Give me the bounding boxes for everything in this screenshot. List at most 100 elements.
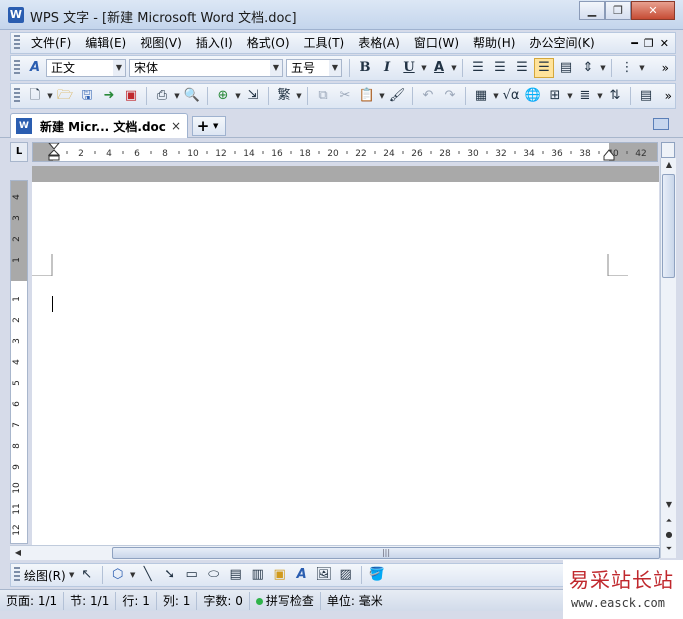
close-tab-icon[interactable]: × — [171, 119, 181, 133]
menu-help[interactable]: 帮助(H) — [466, 33, 522, 53]
doc-close-icon[interactable]: ✕ — [660, 37, 669, 50]
new-dropdown-icon[interactable]: ▼ — [46, 92, 54, 100]
paste-icon[interactable]: 📋 — [357, 86, 377, 106]
menu-edit[interactable]: 编辑(E) — [78, 33, 133, 53]
scroll-up-icon[interactable]: ▲ — [661, 158, 677, 172]
align-justify-icon[interactable]: ☰ — [534, 58, 554, 78]
menu-view[interactable]: 视图(V) — [133, 33, 189, 53]
vertical-scrollbar[interactable]: ▲ ▼ ⏶ ● ⏷ — [660, 158, 676, 558]
previous-page-icon[interactable]: ⏶ — [661, 514, 677, 528]
draw-dropdown-icon[interactable]: ▼ — [68, 571, 76, 579]
page-break-icon[interactable]: ⇲ — [243, 86, 263, 106]
menubar-grip-handle[interactable] — [14, 35, 20, 51]
font-select[interactable]: 宋体 ▼ — [129, 59, 283, 77]
menu-insert[interactable]: 插入(I) — [189, 33, 240, 53]
chevron-down-icon[interactable]: ▼ — [213, 122, 218, 130]
styles-pane-icon[interactable]: A — [25, 58, 45, 78]
horizontal-scrollbar[interactable]: ◀ ||| — [10, 545, 660, 560]
menu-office-space[interactable]: 办公空间(K) — [522, 33, 601, 53]
picture-icon[interactable]: 🖼 — [314, 565, 334, 585]
numbering-dropdown-icon[interactable]: ▼ — [638, 64, 646, 72]
vertical-scroll-thumb[interactable] — [662, 174, 675, 278]
new-document-icon[interactable]: 🗋 — [25, 86, 45, 106]
columns-icon[interactable]: ≣ — [575, 86, 595, 106]
font-color-button[interactable]: A — [429, 58, 449, 78]
wordart-icon[interactable]: A — [292, 565, 312, 585]
horizontal-scroll-thumb[interactable]: ||| — [112, 547, 660, 559]
align-left-icon[interactable]: ☰ — [468, 58, 488, 78]
status-unit[interactable]: 单位: 毫米 — [321, 592, 389, 610]
insert-image-icon[interactable]: ▨ — [336, 565, 356, 585]
tab-stop-selector[interactable]: L — [10, 142, 28, 162]
table-grid-dropdown-icon[interactable]: ▼ — [566, 92, 574, 100]
align-right-icon[interactable]: ☰ — [512, 58, 532, 78]
export-icon[interactable]: ➜ — [99, 86, 119, 106]
doc-minimize-icon[interactable]: ━ — [631, 37, 638, 50]
columns-dropdown-icon[interactable]: ▼ — [596, 92, 604, 100]
arrow-icon[interactable]: ➘ — [160, 565, 180, 585]
menu-window[interactable]: 窗口(W) — [407, 33, 466, 53]
menu-format[interactable]: 格式(O) — [240, 33, 297, 53]
traditional-chinese-icon[interactable]: 繁 — [274, 86, 294, 106]
ellipse-icon[interactable]: ⬭ — [204, 565, 224, 585]
window-list-icon[interactable] — [653, 118, 669, 130]
task-pane-icon[interactable]: ▤ — [636, 86, 656, 106]
print-preview-icon[interactable]: 🔍 — [182, 86, 202, 106]
menu-tools[interactable]: 工具(T) — [297, 33, 352, 53]
fill-color-icon[interactable]: 🪣 — [367, 565, 387, 585]
toolbar-grip-handle[interactable] — [14, 567, 20, 583]
formula-icon[interactable]: √α — [501, 86, 521, 106]
autoshapes-icon[interactable]: ⬡ — [108, 565, 128, 585]
font-size-select[interactable]: 五号 ▼ — [286, 59, 342, 77]
new-tab-button[interactable]: + ▼ — [192, 116, 226, 136]
cut-icon[interactable]: ✂ — [335, 86, 355, 106]
toolbar-overflow-icon[interactable]: » — [662, 61, 675, 75]
line-spacing-dropdown-icon[interactable]: ▼ — [599, 64, 607, 72]
toolbar-grip-handle[interactable] — [14, 60, 20, 76]
menu-table[interactable]: 表格(A) — [351, 33, 407, 53]
table-grid-icon[interactable]: ⊞ — [545, 86, 565, 106]
underline-dropdown-icon[interactable]: ▼ — [420, 64, 428, 72]
hyperlink-globe-icon[interactable]: 🌐 — [523, 86, 543, 106]
maximize-button[interactable]: ❐ — [605, 1, 631, 20]
tab-document[interactable]: W 新建 Micr... 文档.doc × — [10, 113, 188, 138]
menu-file[interactable]: 文件(F) — [24, 33, 78, 53]
minimize-button[interactable]: ▁ — [579, 1, 605, 20]
doc-restore-icon[interactable]: ❐ — [644, 37, 654, 50]
open-folder-icon[interactable]: 🗁 — [55, 86, 75, 106]
text-direction-icon[interactable]: ⇅ — [605, 86, 625, 106]
insert-page-icon[interactable]: ⊕ — [213, 86, 233, 106]
vertical-textbox-icon[interactable]: ▥ — [248, 565, 268, 585]
line-icon[interactable]: ╲ — [138, 565, 158, 585]
numbering-icon[interactable]: ⋮ — [617, 58, 637, 78]
line-spacing-icon[interactable]: ⇕ — [578, 58, 598, 78]
rectangle-icon[interactable]: ▭ — [182, 565, 202, 585]
paste-dropdown-icon[interactable]: ▼ — [378, 92, 386, 100]
document-page[interactable] — [32, 182, 659, 545]
save-icon[interactable]: 🖫 — [77, 86, 97, 106]
copy-icon[interactable]: ⧉ — [313, 86, 333, 106]
wps-app-icon[interactable]: W — [8, 7, 24, 23]
spell-check-toggle[interactable]: 拼写检查 — [250, 591, 321, 610]
horizontal-ruler[interactable]: 2 4 6 8 10 12 14 16 18 20 22 24 26 28 30 32 34 36 38 40 42 — [32, 142, 658, 162]
next-page-icon[interactable]: ⏷ — [661, 542, 677, 556]
scroll-down-icon[interactable]: ▼ — [661, 498, 677, 512]
indent-marker-icon[interactable] — [48, 143, 60, 161]
table-dropdown-icon[interactable]: ▼ — [492, 92, 500, 100]
right-indent-marker-icon[interactable] — [603, 149, 615, 161]
undo-icon[interactable]: ↶ — [418, 86, 438, 106]
font-color-dropdown-icon[interactable]: ▼ — [450, 64, 458, 72]
insert-page-dropdown-icon[interactable]: ▼ — [234, 92, 242, 100]
scroll-left-icon[interactable]: ◀ — [10, 546, 26, 560]
select-pointer-icon[interactable]: ↖ — [77, 565, 97, 585]
insert-table-icon[interactable]: ▦ — [471, 86, 491, 106]
ruler-toggle-icon[interactable] — [661, 142, 675, 158]
format-painter-icon[interactable]: 🖌 — [387, 86, 407, 106]
redo-icon[interactable]: ↷ — [440, 86, 460, 106]
toolbar-grip-handle[interactable] — [14, 88, 20, 104]
clipart-icon[interactable]: ▣ — [270, 565, 290, 585]
textbox-icon[interactable]: ▤ — [226, 565, 246, 585]
document-canvas[interactable] — [32, 166, 659, 545]
status-word-count[interactable]: 字数: 0 — [197, 591, 250, 610]
italic-button[interactable]: I — [377, 58, 397, 78]
